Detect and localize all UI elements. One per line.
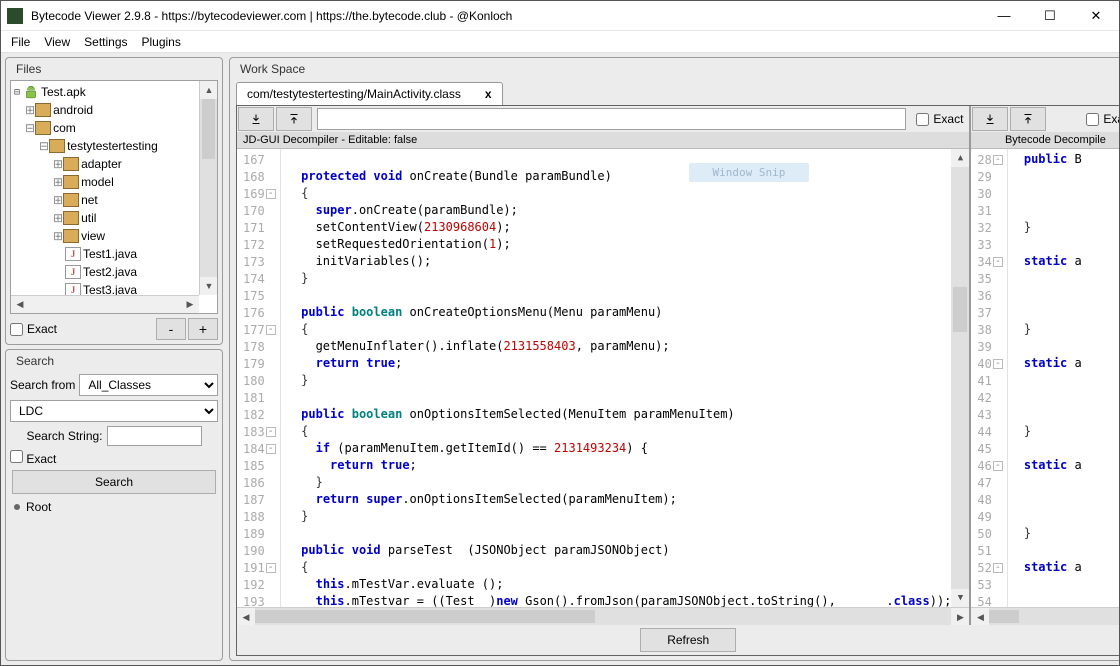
root-dot-icon [14,504,20,510]
workspace-title: Work Space [230,58,1119,80]
search-from-label: Search from [10,378,75,392]
bytecode-title: Bytecode Decompile [971,132,1119,149]
files-exact[interactable]: Exact [10,322,154,336]
search-exact-checkbox[interactable] [10,450,23,463]
file-tree[interactable]: ⊟ Test.apk ⊞android ⊟com ⊟testytestertes… [10,80,218,314]
window-title: Bytecode Viewer 2.9.8 - https://bytecode… [31,9,981,23]
menu-plugins[interactable]: Plugins [136,33,187,51]
tree-sub[interactable]: ⊞util [11,209,218,227]
package-icon [35,103,51,117]
search-title: Search [6,350,222,372]
files-panel: Files ⊟ Test.apk ⊞android ⊟com ⊟testytes… [5,57,223,345]
tree-hscroll[interactable]: ◀▶ [11,295,199,313]
dec-exact[interactable]: Exact [910,112,969,126]
minimize-button[interactable]: ― [981,1,1027,31]
package-icon [63,229,79,243]
code-vscroll[interactable]: ▲▼ [951,149,969,607]
search-button[interactable]: Search [12,470,216,494]
search-from-select[interactable]: All_Classes [79,374,218,396]
package-icon [63,175,79,189]
dec-exact-checkbox[interactable] [916,113,929,126]
files-title: Files [6,58,222,80]
bytecode-pane: Exact Bytecode Decompile 28-293031323334… [971,106,1119,625]
tree-sub[interactable]: ⊞net [11,191,218,209]
tree-root[interactable]: ⊟ Test.apk [11,83,218,101]
tree-java[interactable]: JTest1.java [11,245,218,263]
refresh-button[interactable]: Refresh [640,628,736,652]
workspace-panel: Work Space com/testytestertesting/MainAc… [229,57,1119,661]
search-exact[interactable]: Exact [10,450,56,466]
close-button[interactable]: ✕ [1073,1,1119,31]
byte-exact[interactable]: Exact [1080,112,1119,126]
java-icon: J [65,247,81,261]
menu-settings[interactable]: Settings [78,33,133,51]
byte-up-button[interactable] [1010,107,1046,131]
package-icon [63,211,79,225]
workspace-tab[interactable]: com/testytestertesting/MainActivity.clas… [236,82,503,105]
tree-android[interactable]: ⊞android [11,101,218,119]
search-string-label: Search String: [26,429,102,443]
menu-view[interactable]: View [38,33,76,51]
collapse-button[interactable]: - [156,318,186,340]
code-hscroll[interactable]: ◀▶ [237,607,969,625]
package-icon [63,193,79,207]
package-icon [49,139,65,153]
package-icon [63,157,79,171]
app-icon [7,8,23,24]
tree-testy[interactable]: ⊟testytestertesting [11,137,218,155]
tree-sub[interactable]: ⊞adapter [11,155,218,173]
expand-button[interactable]: + [188,318,218,340]
search-string-input[interactable] [107,426,202,446]
android-icon [23,85,39,99]
dec-down-button[interactable] [238,107,274,131]
menubar: File View Settings Plugins [1,31,1119,53]
menu-file[interactable]: File [5,33,36,51]
byte-exact-checkbox[interactable] [1086,113,1099,126]
java-icon: J [65,265,81,279]
search-root[interactable]: Root [6,496,222,518]
tree-com[interactable]: ⊟com [11,119,218,137]
byte-hscroll[interactable]: ◀▶ [971,607,1119,625]
tab-close-icon[interactable]: x [485,87,492,101]
titlebar: Bytecode Viewer 2.9.8 - https://bytecode… [1,1,1119,31]
decompiler-pane: Exact JD-GUI Decompiler - Editable: fals… [237,106,971,625]
tab-label: com/testytestertesting/MainActivity.clas… [247,87,461,101]
tree-sub[interactable]: ⊞model [11,173,218,191]
search-mode-select[interactable]: LDC [10,400,218,422]
byte-down-button[interactable] [972,107,1008,131]
maximize-button[interactable]: ☐ [1027,1,1073,31]
tree-java[interactable]: JTest2.java [11,263,218,281]
files-exact-checkbox[interactable] [10,323,23,336]
code-editor[interactable]: Window Snip 167168169-170171172173174175… [237,149,969,607]
package-icon [35,121,51,135]
tree-sub[interactable]: ⊞view [11,227,218,245]
dec-search-input[interactable] [317,108,906,130]
decompiler-title: JD-GUI Decompiler - Editable: false [237,132,969,149]
bytecode-editor[interactable]: 28-293031323334-353637383940-41424344454… [971,149,1119,607]
search-panel: Search Search from All_Classes LDC Searc… [5,349,223,661]
dec-up-button[interactable] [276,107,312,131]
tree-vscroll[interactable]: ▲▼ [199,81,217,295]
